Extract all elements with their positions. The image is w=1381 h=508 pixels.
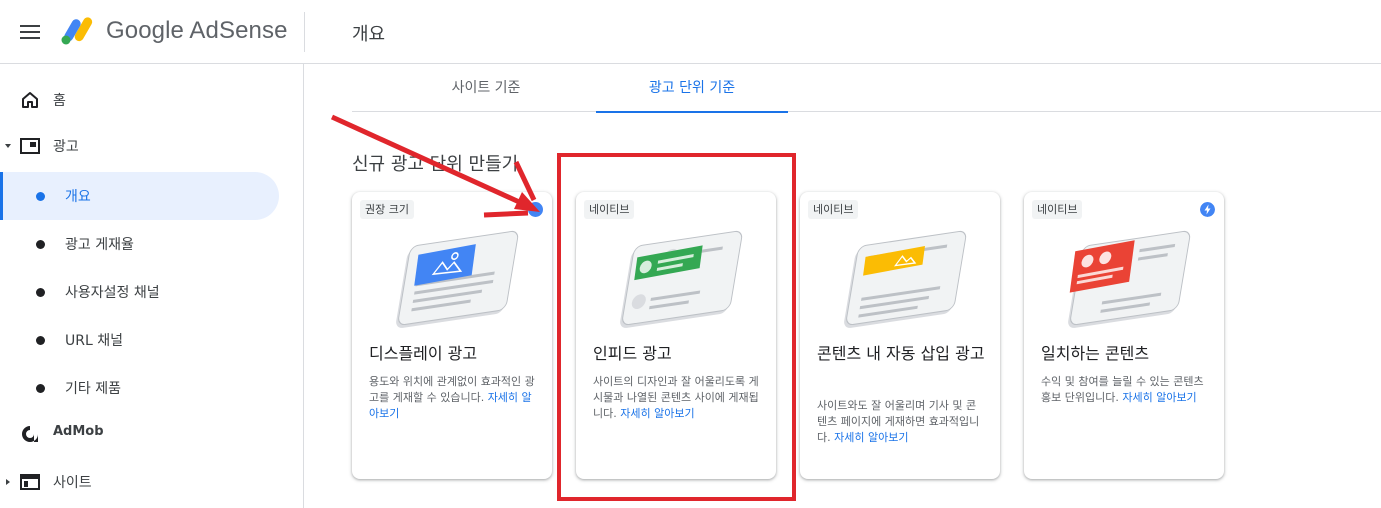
card-description: 수익 및 참여를 늘릴 수 있는 콘텐츠 홍보 단위입니다. 자세히 알아보기 [1041, 374, 1209, 406]
bullet-dot [36, 336, 45, 345]
card-chip: 네이티브 [584, 200, 635, 219]
bullet-dot [36, 288, 45, 297]
sidebar-subitem-other-products[interactable]: 기타 제품 [0, 364, 279, 412]
sidebar-item-label: 광고 [53, 139, 79, 155]
bullet-dot [36, 384, 45, 393]
header-divider [304, 12, 305, 52]
sidebar-subitem-label: 기타 제품 [65, 381, 121, 397]
card-title: 일치하는 콘텐츠 [1041, 344, 1150, 363]
brand-name: Google AdSense [106, 17, 288, 44]
sidebar-subitem-custom-channels[interactable]: 사용자설정 채널 [0, 268, 279, 316]
sidebar-subitem-label: URL 채널 [65, 333, 123, 349]
section-title: 신규 광고 단위 만들기 [352, 154, 519, 175]
sidebar-nav: 홈 광고 개요 광고 게재율 사용자설정 채널 URL 채널 기타 제품 AdM… [0, 64, 304, 508]
learn-more-link[interactable]: 자세히 알아보기 [834, 431, 908, 444]
bullet-dot [36, 240, 45, 249]
sidebar-item-admob[interactable]: AdMob [0, 412, 300, 456]
lightning-bolt-icon [1200, 202, 1215, 217]
sidebar-subitem-label: 개요 [65, 189, 91, 205]
sidebar-item-sites[interactable]: 사이트 [0, 460, 300, 504]
display-ad-illustration-icon [396, 230, 519, 328]
card-chip: 네이티브 [1032, 200, 1083, 219]
caret-down-icon [5, 144, 11, 148]
sidebar-subitem-overview[interactable]: 개요 [0, 172, 279, 220]
card-description: 용도와 위치에 관계없이 효과적인 광고를 게재할 수 있습니다. 자세히 알아… [369, 374, 537, 422]
card-chip: 권장 크기 [360, 200, 414, 219]
tab-by-site[interactable]: 사이트 기준 [390, 64, 582, 112]
admob-icon [22, 426, 38, 442]
adsense-logo-icon [61, 17, 93, 45]
bullet-dot [36, 192, 45, 201]
ad-unit-card-matched-content[interactable]: 네이티브 일치하는 콘텐츠 수익 및 참여를 늘릴 수 있는 콘텐츠 홍보 단위… [1024, 192, 1224, 479]
tab-by-ad-unit[interactable]: 광고 단위 기준 [596, 64, 788, 113]
sidebar-item-label: 사이트 [53, 475, 92, 491]
sidebar-item-ads[interactable]: 광고 [0, 124, 300, 168]
top-app-bar: Google AdSense 개요 [0, 0, 1381, 64]
tab-bar: 사이트 기준 광고 단위 기준 [352, 64, 1381, 113]
home-icon [22, 92, 38, 108]
card-chip: 네이티브 [808, 200, 859, 219]
card-title: 인피드 광고 [593, 344, 672, 363]
sidebar-subitem-label: 사용자설정 채널 [65, 285, 160, 301]
caret-right-icon [6, 479, 10, 485]
in-feed-ad-illustration-icon [620, 230, 743, 328]
sidebar-item-label: AdMob [53, 424, 104, 439]
learn-more-link[interactable]: 자세히 알아보기 [620, 407, 694, 420]
page-title: 개요 [352, 24, 386, 45]
info-badge-icon [528, 202, 543, 217]
in-article-ad-illustration-icon [844, 230, 967, 328]
card-description: 사이트의 디자인과 잘 어울리도록 게시물과 나열된 콘텐츠 사이에 게재됩니다… [593, 374, 761, 422]
site-icon [20, 474, 40, 490]
hamburger-menu-icon[interactable] [19, 22, 41, 42]
learn-more-link[interactable]: 자세히 알아보기 [1122, 391, 1196, 404]
card-description: 사이트와도 잘 어울리며 기사 및 콘텐츠 페이지에 게재하면 효과적입니다. … [817, 398, 985, 446]
ad-unit-card-in-feed[interactable]: 네이티브 인피드 광고 사이트의 디자인과 잘 어울리도록 게시물과 나열된 콘… [576, 192, 776, 479]
sidebar-subitem-label: 광고 게재율 [65, 237, 134, 253]
sidebar-subitem-ad-serving[interactable]: 광고 게재율 [0, 220, 279, 268]
ad-unit-card-display[interactable]: 권장 크기 디스플레이 광고 용도와 위치에 관계없이 효과적인 광고를 게재할… [352, 192, 552, 479]
card-title: 디스플레이 광고 [369, 344, 478, 363]
ad-unit-card-in-article[interactable]: 네이티브 콘텐츠 내 자동 삽입 광고 사이트와도 잘 어울리며 기사 및 콘텐… [800, 192, 1000, 479]
matched-content-illustration-icon [1068, 230, 1191, 328]
sidebar-item-label: 홈 [53, 93, 66, 109]
card-title: 콘텐츠 내 자동 삽입 광고 [817, 344, 985, 363]
ad-unit-icon [20, 138, 40, 154]
sidebar-item-home[interactable]: 홈 [0, 78, 300, 122]
sidebar-subitem-url-channels[interactable]: URL 채널 [0, 316, 279, 364]
